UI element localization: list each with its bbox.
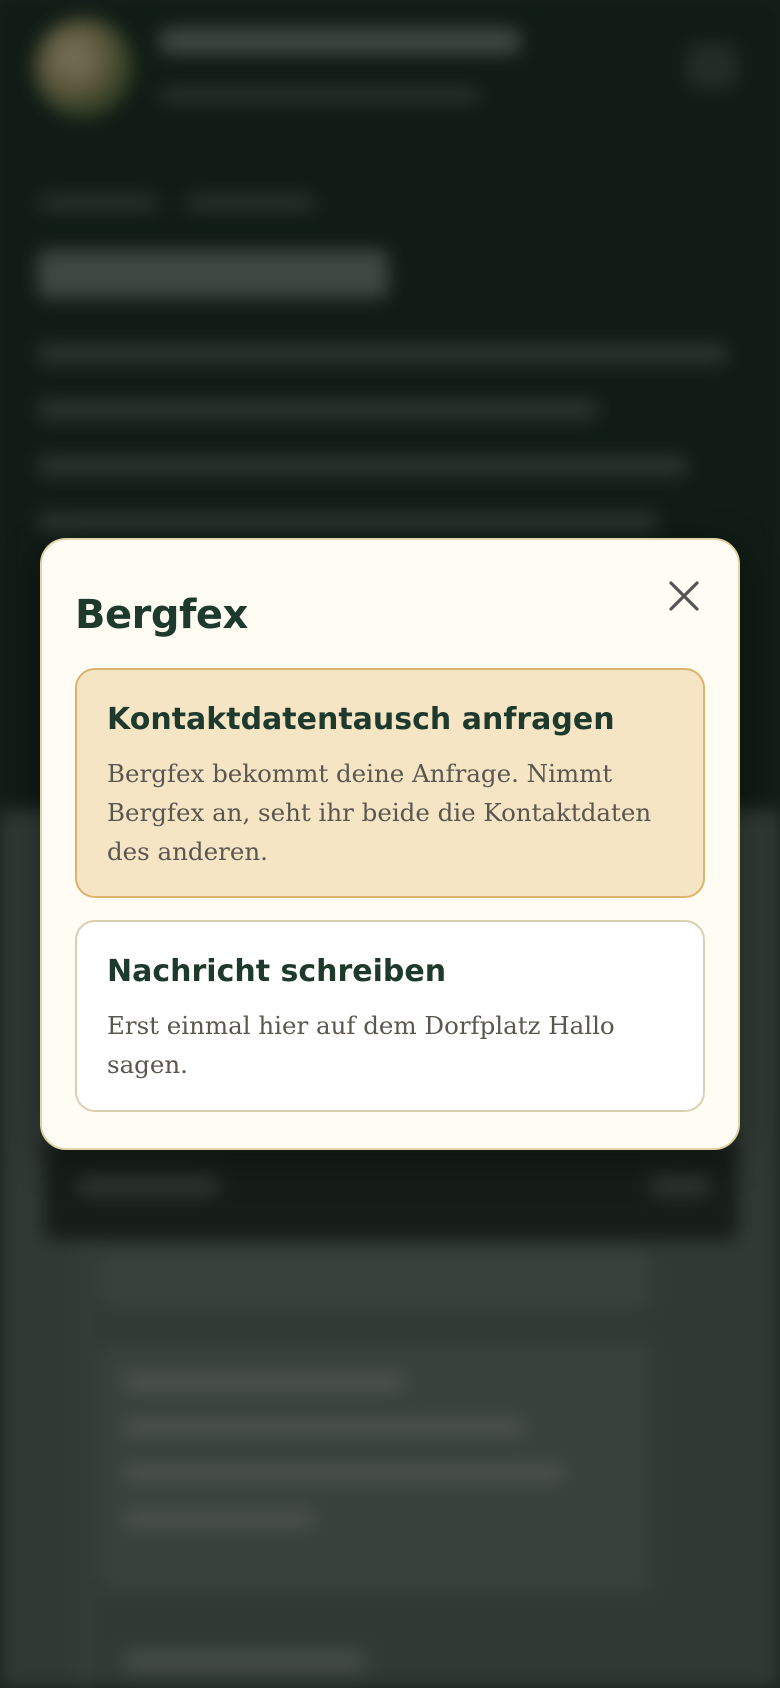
- option-description: Erst einmal hier auf dem Dorfplatz Hallo…: [107, 1011, 615, 1079]
- close-icon: [669, 581, 699, 611]
- contact-dialog: Bergfex Kontaktdatentausch anfragen Berg…: [40, 538, 740, 1150]
- dialog-title: Bergfex: [75, 592, 248, 638]
- request-contact-exchange-option[interactable]: Kontaktdatentausch anfragen Bergfex beko…: [75, 668, 705, 898]
- write-message-option[interactable]: Nachricht schreiben Erst einmal hier auf…: [75, 920, 705, 1112]
- close-button[interactable]: [662, 574, 706, 618]
- option-title: Kontaktdatentausch anfragen: [107, 702, 615, 737]
- option-title: Nachricht schreiben: [107, 954, 447, 989]
- option-description: Bergfex bekommt deine Anfrage. Nimmt Ber…: [107, 759, 652, 866]
